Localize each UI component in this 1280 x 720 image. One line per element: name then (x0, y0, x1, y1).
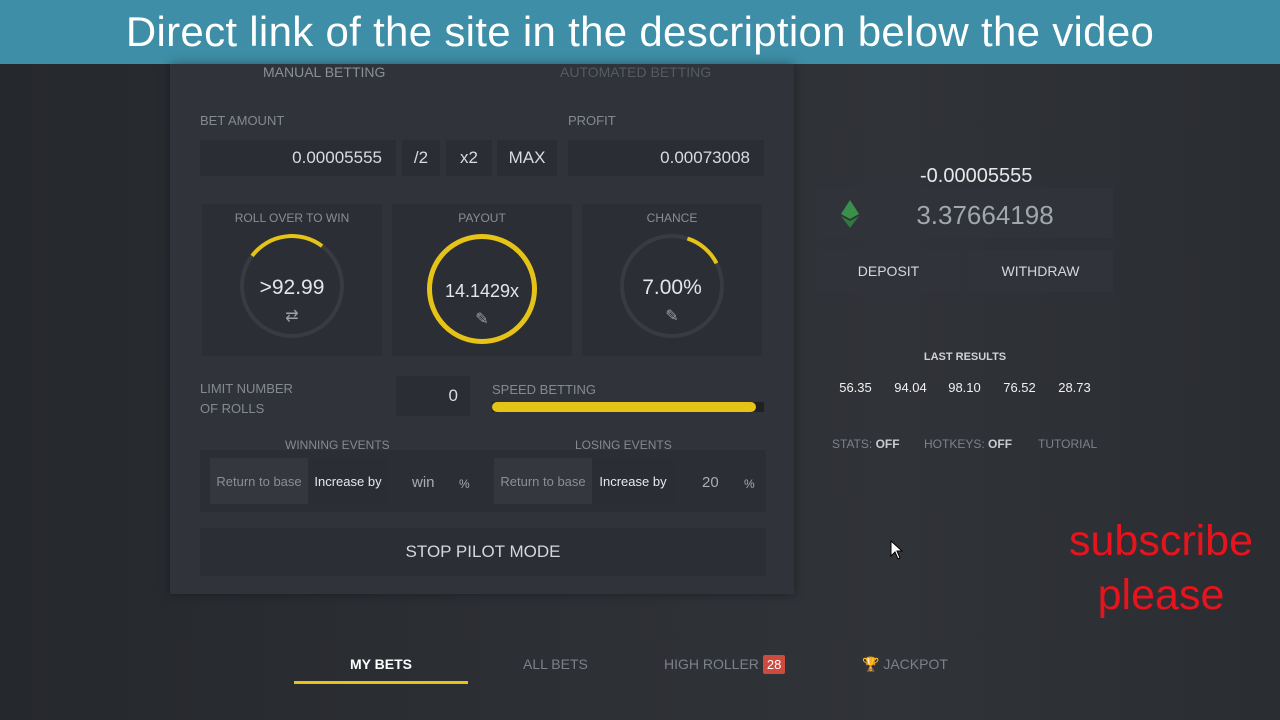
losing-percent-unit: % (744, 477, 755, 491)
chance-value: 7.00% (642, 276, 702, 299)
betting-panel: MANUAL BETTING AUTOMATED BETTING BET AMO… (170, 64, 794, 594)
tab-manual-betting[interactable]: MANUAL BETTING (263, 64, 385, 80)
profit-field: 0.00073008 (568, 140, 764, 176)
hotkeys-label: HOTKEYS: (924, 437, 985, 451)
bet-amount-label: BET AMOUNT (200, 113, 285, 128)
hotkeys-value: OFF (988, 437, 1013, 451)
profit-label: PROFIT (568, 113, 616, 128)
active-tab-indicator (294, 681, 468, 684)
speed-slider-fill (492, 402, 756, 412)
balance-box: 3.37664198 (817, 188, 1113, 238)
bet-amount-input[interactable]: 0.00005555 (200, 140, 396, 176)
limit-rolls-input[interactable]: 0 (396, 376, 470, 416)
last-result-item: 28.73 (1058, 379, 1091, 395)
hotkeys-toggle[interactable]: HOTKEYS: OFF (924, 437, 1012, 451)
losing-return-to-base-button[interactable]: Return to base (494, 458, 592, 504)
high-roller-label: HIGH ROLLER (664, 656, 759, 672)
limit-rolls-label: LIMIT NUMBER OF ROLLS (200, 379, 293, 419)
winning-increase-value[interactable]: win (412, 474, 435, 491)
stop-pilot-mode-button[interactable]: STOP PILOT MODE (200, 528, 766, 576)
deposit-button[interactable]: DEPOSIT (817, 250, 960, 292)
double-bet-button[interactable]: x2 (446, 140, 492, 176)
swap-arrows-icon[interactable]: ⇄ (202, 306, 382, 326)
trophy-icon: 🏆 (862, 656, 880, 672)
last-results-title: LAST RESULTS (923, 351, 1007, 363)
last-result-item: 98.10 (948, 379, 981, 395)
balance-value: 3.37664198 (916, 200, 1054, 230)
subscribe-overlay: subscribe please (1056, 514, 1266, 622)
tab-all-bets[interactable]: ALL BETS (523, 656, 588, 672)
speed-betting-label: SPEED BETTING (492, 382, 597, 397)
high-roller-count-badge: 28 (762, 655, 786, 674)
edit-pencil-icon[interactable]: ✎ (582, 306, 762, 326)
stats-value: OFF (875, 437, 900, 451)
stats-label: STATS: (832, 437, 873, 451)
subscribe-line1: subscribe (1068, 517, 1254, 565)
winning-percent-unit: % (459, 477, 470, 491)
withdraw-button[interactable]: WITHDRAW (968, 250, 1113, 292)
tab-jackpot[interactable]: 🏆 JACKPOT (862, 656, 948, 673)
last-result-item: 94.04 (894, 379, 927, 395)
tab-high-roller[interactable]: HIGH ROLLER 28 (664, 655, 786, 674)
last-result-item: 56.35 (839, 379, 872, 395)
top-banner: Direct link of the site in the descripti… (0, 0, 1280, 64)
jackpot-label: JACKPOT (883, 656, 948, 672)
subscribe-line2: please (1097, 571, 1225, 619)
winning-return-to-base-button[interactable]: Return to base (210, 458, 308, 504)
payout-title: PAYOUT (458, 211, 506, 225)
limit-rolls-label-line2: OF ROLLS (200, 401, 265, 416)
losing-increase-by-button[interactable]: Increase by (592, 458, 674, 504)
edit-pencil-icon[interactable]: ✎ (392, 309, 572, 329)
stats-toggle[interactable]: STATS: OFF (832, 437, 900, 451)
tab-automated-betting[interactable]: AUTOMATED BETTING (560, 64, 711, 80)
speed-slider-track[interactable] (492, 402, 764, 412)
max-bet-button[interactable]: MAX (497, 140, 557, 176)
roll-over-value: >92.99 (259, 276, 325, 299)
chance-card[interactable]: CHANCE 7.00% ✎ (582, 204, 762, 356)
losing-increase-value[interactable]: 20 (702, 474, 719, 491)
roll-over-card[interactable]: ROLL OVER TO WIN >92.99 ⇄ (202, 204, 382, 356)
payout-card[interactable]: PAYOUT 14.1429x ✎ (392, 204, 572, 356)
winning-increase-by-button[interactable]: Increase by (308, 458, 388, 504)
payout-value: 14.1429x (444, 281, 520, 301)
mouse-cursor-icon (890, 540, 904, 560)
half-bet-button[interactable]: /2 (402, 140, 440, 176)
tutorial-link[interactable]: TUTORIAL (1038, 437, 1097, 451)
chance-title: CHANCE (646, 211, 698, 225)
balance-change: -0.00005555 (920, 165, 1033, 187)
banner-text: Direct link of the site in the descripti… (125, 8, 1155, 55)
roll-over-title: ROLL OVER TO WIN (234, 211, 350, 225)
tab-my-bets[interactable]: MY BETS (350, 656, 412, 672)
last-result-item: 76.52 (1003, 379, 1036, 395)
limit-rolls-label-line1: LIMIT NUMBER (200, 381, 293, 396)
